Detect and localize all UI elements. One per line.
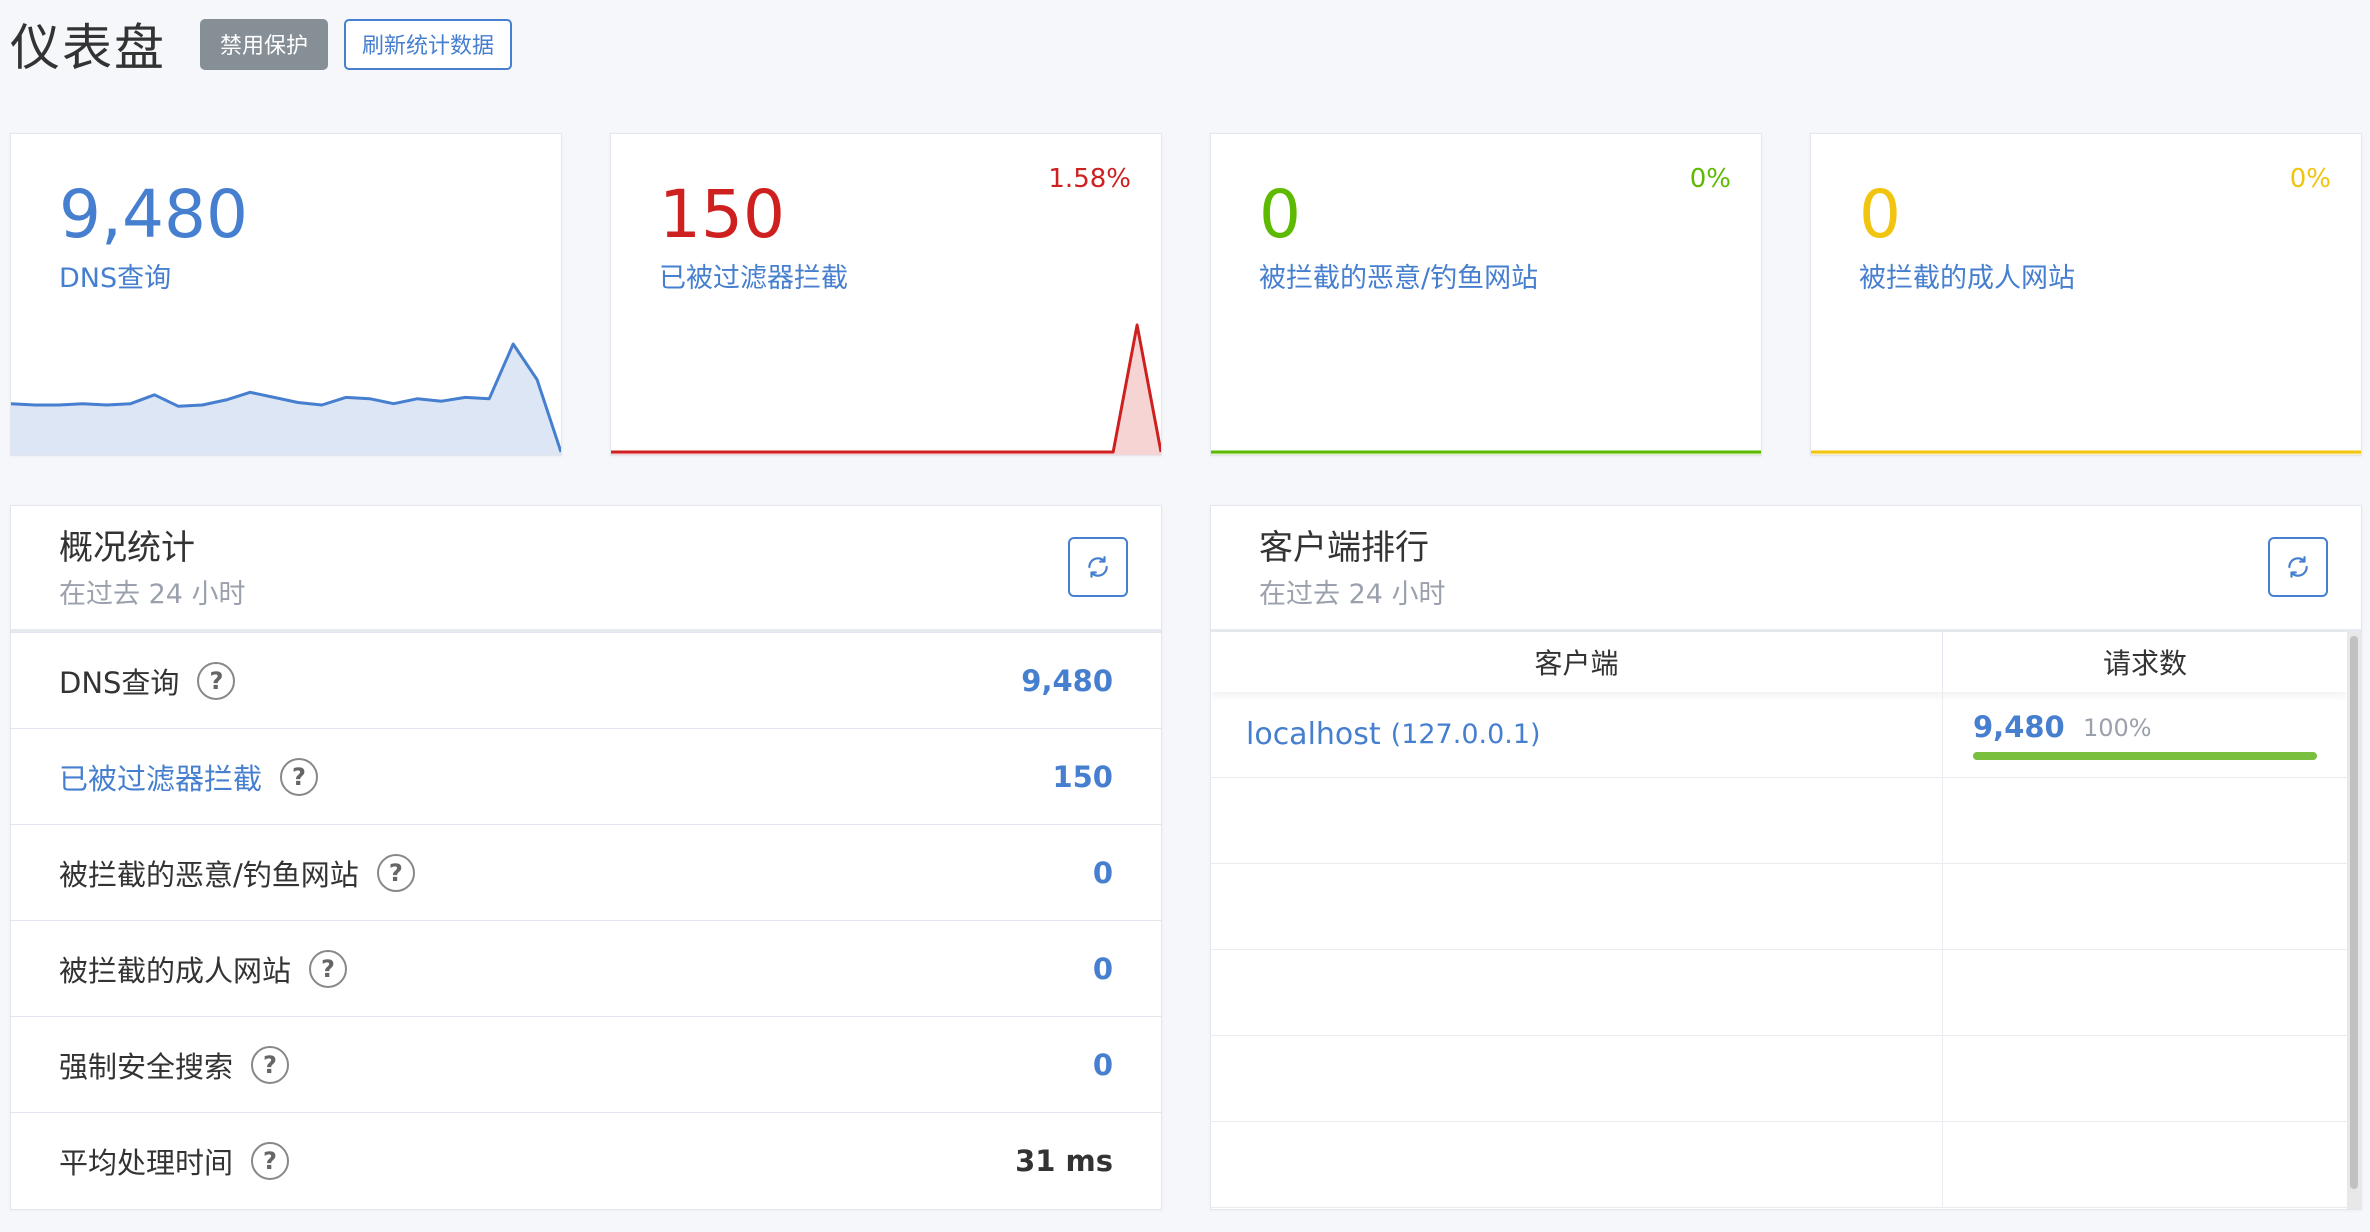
table-row-empty [1211,950,2347,1036]
requests-cell: 9,480 100% [1943,692,2347,777]
empty-cell [1211,1036,1943,1121]
row-label: 被拦截的成人网站 [59,953,292,988]
overview-row-blocked-adult: 被拦截的成人网站 ? 0 [11,920,1161,1016]
row-value: 0 [1092,951,1113,986]
clients-table-header: 客户端 请求数 [1211,632,2347,692]
row-value: 9,480 [1021,663,1113,698]
row-label-link[interactable]: 已被过滤器拦截 [59,756,262,798]
page-title: 仪表盘 [10,19,166,77]
help-icon[interactable]: ? [309,949,348,988]
help-icon[interactable]: ? [376,853,415,892]
row-value: 0 [1092,855,1113,890]
stat-value: 9,480 [59,176,248,253]
dns-queries-sparkline [11,342,561,455]
client-cell: localhost (127.0.0.1) [1211,692,1943,777]
row-value: 31 ms [1015,1143,1113,1178]
empty-cell [1211,1122,1943,1207]
sparkline-line [611,323,1161,454]
stat-card-blocked-filter: 150 已被过滤器拦截 1.58% [610,133,1162,456]
column-header-client[interactable]: 客户端 [1211,632,1943,692]
overview-row-dns-queries: DNS查询 ? 9,480 [11,632,1161,728]
request-count: 9,480 [1973,710,2065,744]
panel-title: 客户端排行 [1259,528,1429,568]
help-icon[interactable]: ? [280,757,319,796]
table-row-empty [1211,1122,2347,1208]
table-row-empty [1211,778,2347,864]
refresh-icon [2288,556,2308,578]
empty-cell [1943,1036,2347,1121]
stat-label: DNS查询 [59,263,172,294]
request-progress-bar [1973,752,2317,760]
top-clients-panel: 客户端排行 在过去 24 小时 客户端 请求数 localhost (127.0… [1210,505,2362,1210]
table-row-empty [1211,1036,2347,1122]
stat-percent: 1.58% [1048,164,1131,194]
row-label: DNS查询 [59,665,180,700]
overview-row-blocked-malware: 被拦截的恶意/钓鱼网站 ? 0 [11,824,1161,920]
stat-percent: 0% [2289,164,2331,194]
blocked-filter-sparkline [611,323,1161,455]
empty-cell [1211,778,1943,863]
help-icon[interactable]: ? [251,1141,290,1180]
help-icon[interactable]: ? [197,661,236,700]
blocked-malware-sparkline [1211,450,1761,455]
column-header-requests[interactable]: 请求数 [1943,632,2347,692]
table-scrollbar[interactable] [2347,632,2361,1209]
client-name-link[interactable]: localhost [1246,717,1381,752]
stat-value: 0 [1259,176,1301,253]
panel-subtitle: 在过去 24 小时 [59,579,246,610]
empty-cell [1211,950,1943,1035]
panel-title: 概况统计 [59,528,195,568]
request-percent: 100% [2083,714,2152,742]
stat-percent: 0% [1689,164,1731,194]
request-progress-fill [1973,752,2317,760]
refresh-stats-button[interactable]: 刷新统计数据 [344,18,513,70]
stat-card-blocked-malware: 0 被拦截的恶意/钓鱼网站 0% [1210,133,1762,456]
page-header: 仪表盘 禁用保护 刷新统计数据 [10,14,513,77]
row-label: 被拦截的恶意/钓鱼网站 [59,857,359,892]
empty-cell [1943,778,2347,863]
row-value: 150 [1052,759,1113,794]
stat-label: 已被过滤器拦截 [659,263,848,294]
disable-protection-button[interactable]: 禁用保护 [200,18,329,70]
stat-value: 150 [659,176,785,253]
scrollbar-thumb[interactable] [2350,636,2358,1189]
row-value: 0 [1092,1047,1113,1082]
overview-row-avg-time: 平均处理时间 ? 31 ms [11,1112,1161,1208]
empty-cell [1943,864,2347,949]
empty-cell [1211,864,1943,949]
stat-card-dns-queries: 9,480 DNS查询 [10,133,562,456]
client-ip: (127.0.0.1) [1390,719,1541,750]
sparkline-area [611,325,1161,455]
overview-row-safe-search: 强制安全搜索 ? 0 [11,1016,1161,1112]
stat-value: 0 [1859,176,1901,253]
row-label: 强制安全搜索 [59,1049,234,1084]
panel-subtitle: 在过去 24 小时 [1259,579,1446,610]
refresh-clients-button[interactable] [2268,537,2328,597]
overview-panel: 概况统计 在过去 24 小时 DNS查询 ? 9,480 已被过滤器拦截 ? 1… [10,505,1162,1210]
help-icon[interactable]: ? [251,1045,290,1084]
row-label: 平均处理时间 [59,1145,234,1180]
table-row-empty [1211,864,2347,950]
empty-cell [1943,950,2347,1035]
overview-row-blocked-filter[interactable]: 已被过滤器拦截 ? 150 [11,728,1161,824]
refresh-overview-button[interactable] [1068,537,1128,597]
stat-label: 被拦截的恶意/钓鱼网站 [1259,263,1539,294]
stat-card-blocked-adult: 0 被拦截的成人网站 0% [1810,133,2362,456]
empty-cell [1943,1122,2347,1207]
stat-label: 被拦截的成人网站 [1859,263,2075,294]
blocked-adult-sparkline [1811,450,2361,455]
refresh-icon [1088,556,1108,578]
table-row: localhost (127.0.0.1) 9,480 100% [1211,692,2347,778]
